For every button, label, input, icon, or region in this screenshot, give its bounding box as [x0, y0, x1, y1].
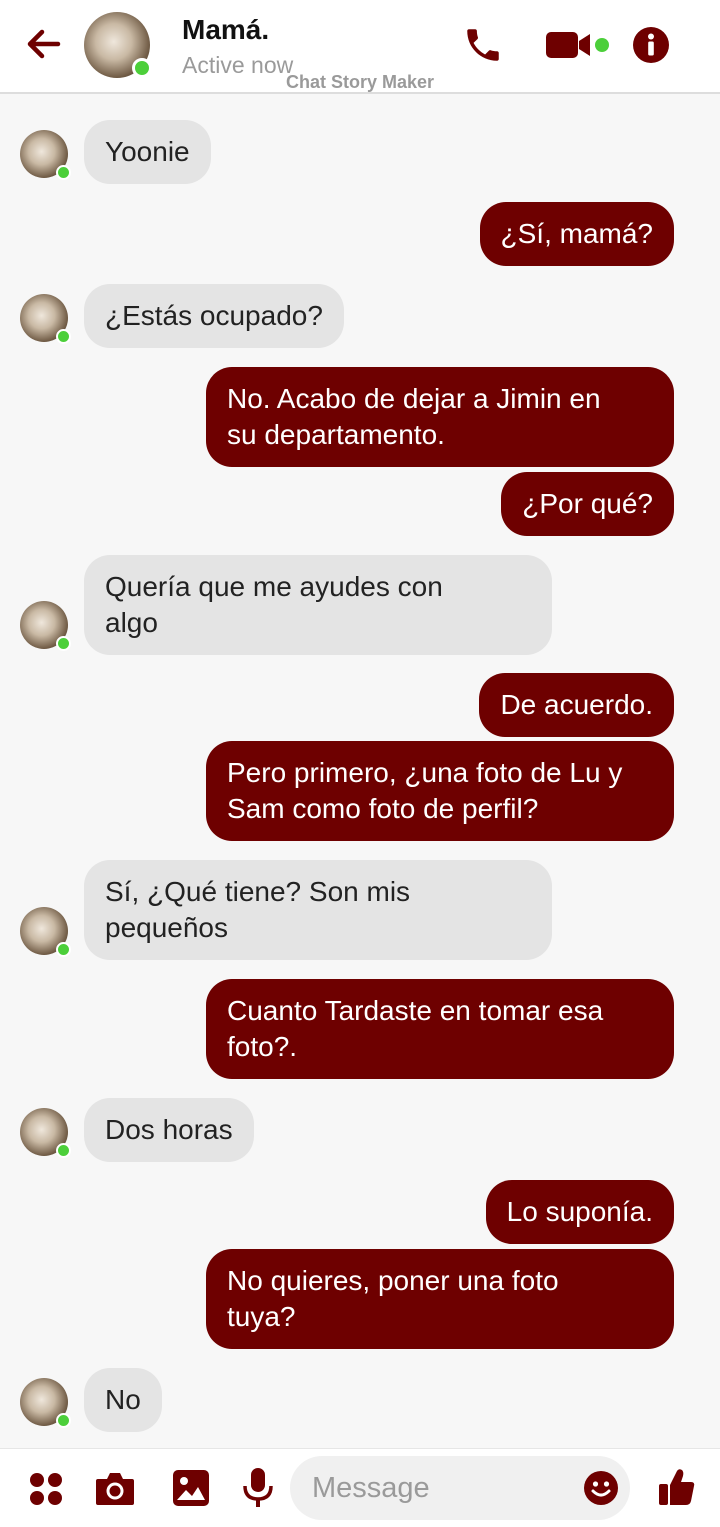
- online-indicator: [56, 165, 71, 180]
- back-arrow-icon[interactable]: [24, 26, 64, 62]
- smiley-icon[interactable]: [583, 1470, 619, 1506]
- info-icon[interactable]: [632, 26, 670, 64]
- message-text: Cuanto Tardaste en tomar esa: [227, 995, 604, 1026]
- phone-icon[interactable]: [462, 24, 504, 66]
- message-text: foto?.: [227, 1031, 298, 1062]
- composer-bar: [0, 1448, 720, 1527]
- sender-avatar: [20, 294, 71, 344]
- video-camera-icon[interactable]: [544, 28, 614, 62]
- outgoing-message[interactable]: De acuerdo.: [479, 673, 674, 737]
- message-text: Pero primero, ¿una foto de Lu y: [227, 757, 623, 788]
- message-text: No quieres, poner una foto: [227, 1265, 559, 1296]
- message-text: No. Acabo de dejar a Jimin en: [227, 383, 601, 414]
- incoming-message[interactable]: Sí, ¿Qué tiene? Son mis pequeños: [84, 860, 552, 960]
- message-text: Sí, ¿Qué tiene? Son mis: [105, 876, 411, 907]
- sender-avatar: [20, 130, 71, 180]
- sender-avatar: [20, 1108, 71, 1158]
- microphone-icon[interactable]: [242, 1467, 274, 1509]
- incoming-message[interactable]: No: [84, 1368, 162, 1432]
- message-text: tuya?: [227, 1301, 296, 1332]
- message-input[interactable]: [290, 1456, 630, 1520]
- outgoing-message[interactable]: ¿Por qué?: [501, 472, 674, 536]
- watermark-text: Chat Story Maker: [286, 72, 435, 92]
- online-indicator: [56, 1413, 71, 1428]
- incoming-message[interactable]: ¿Estás ocupado?: [84, 284, 344, 348]
- incoming-message[interactable]: Yoonie: [84, 120, 211, 184]
- online-indicator: [56, 1143, 71, 1158]
- contact-name[interactable]: Mamá.: [182, 14, 269, 46]
- online-indicator: [132, 58, 152, 78]
- camera-icon[interactable]: [94, 1469, 136, 1507]
- chat-header: Mamá. Active now Chat Story Maker: [0, 0, 720, 94]
- message-text: algo: [105, 607, 158, 638]
- message-text: Quería que me ayudes con: [105, 571, 443, 602]
- thumbs-up-icon[interactable]: [658, 1467, 696, 1507]
- message-text: Yoonie: [105, 136, 190, 167]
- contact-status: Active now: [182, 52, 294, 78]
- message-text: ¿Por qué?: [522, 488, 653, 519]
- incoming-message[interactable]: Quería que me ayudes con algo: [84, 555, 552, 655]
- sender-avatar: [20, 907, 71, 957]
- online-indicator: [56, 329, 71, 344]
- outgoing-message[interactable]: Pero primero, ¿una foto de Lu y Sam como…: [206, 741, 674, 841]
- message-text: su departamento.: [227, 419, 445, 450]
- sender-avatar: [20, 601, 71, 651]
- image-icon[interactable]: [172, 1469, 210, 1507]
- outgoing-message[interactable]: No quieres, poner una foto tuya?: [206, 1249, 674, 1349]
- incoming-message[interactable]: Dos horas: [84, 1098, 254, 1162]
- outgoing-message[interactable]: Cuanto Tardaste en tomar esa foto?.: [206, 979, 674, 1079]
- four-dots-icon[interactable]: [28, 1471, 64, 1507]
- message-text: pequeños: [105, 912, 229, 943]
- outgoing-message[interactable]: ¿Sí, mamá?: [479, 202, 674, 266]
- online-indicator: [56, 942, 71, 957]
- message-text: Lo suponía.: [506, 1196, 653, 1227]
- online-indicator: [56, 636, 71, 651]
- outgoing-message[interactable]: Lo suponía.: [485, 1180, 674, 1244]
- sender-avatar: [20, 1378, 71, 1428]
- message-text: Dos horas: [105, 1114, 233, 1145]
- message-text: De acuerdo.: [500, 689, 653, 720]
- outgoing-message[interactable]: No. Acabo de dejar a Jimin en su departa…: [206, 367, 674, 467]
- message-text: ¿Sí, mamá?: [500, 218, 653, 249]
- message-text: ¿Estás ocupado?: [105, 300, 323, 331]
- contact-avatar[interactable]: [84, 12, 152, 78]
- message-text: Sam como foto de perfil?: [227, 793, 539, 824]
- message-text: No: [105, 1384, 141, 1415]
